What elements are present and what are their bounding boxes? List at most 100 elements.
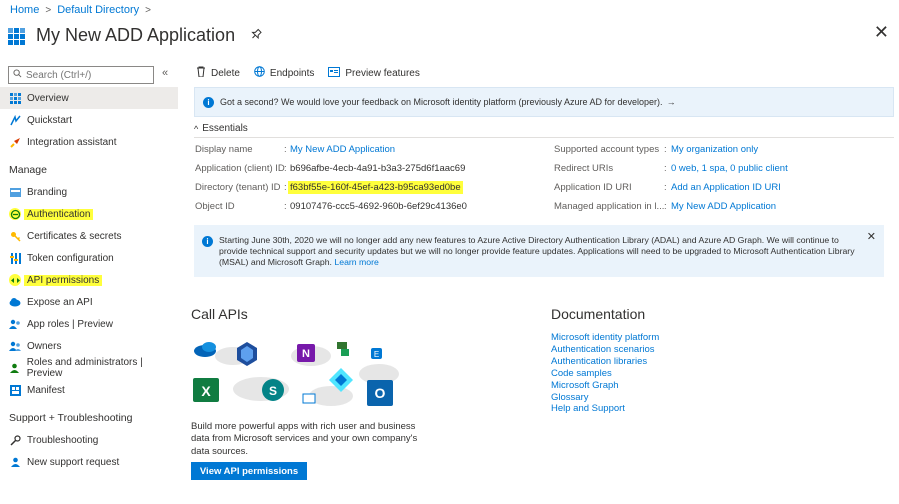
colon: : <box>284 163 287 174</box>
colon: : <box>284 201 287 212</box>
sidebar-item-manifest[interactable]: Manifest <box>0 379 178 401</box>
endpoints-label: Endpoints <box>269 67 315 79</box>
section-header-support: Support + Troubleshooting <box>9 412 133 424</box>
sidebar-item-troubleshooting[interactable]: Troubleshooting <box>0 429 178 451</box>
chevron-up-icon: ^ <box>194 123 199 134</box>
essential-key: Directory (tenant) ID <box>195 182 281 193</box>
sidebar-item-overview[interactable]: Overview <box>0 87 178 109</box>
colon: : <box>664 144 667 155</box>
search-input[interactable] <box>26 69 146 81</box>
exchange-icon: E <box>371 348 382 359</box>
essential-key: Display name <box>195 144 253 155</box>
microsoft-services-illustration: N E X S O <box>193 342 399 406</box>
sidebar-item-label: Expose an API <box>27 296 93 308</box>
managed-app-link[interactable]: My New ADD Application <box>671 201 776 212</box>
notice-text: Starting June 30th, 2020 we will no long… <box>219 235 855 267</box>
page-header: My New ADD Application <box>8 22 262 48</box>
wrench-icon <box>9 434 21 446</box>
doc-link-authentication-scenarios[interactable]: Authentication scenarios <box>551 344 659 356</box>
sidebar-item-label: Authentication <box>24 208 94 220</box>
command-bar: Delete Endpoints Preview features <box>196 66 420 80</box>
notice-body: Starting June 30th, 2020 we will no long… <box>219 235 860 277</box>
breadcrumb-home[interactable]: Home <box>10 4 39 16</box>
sidebar-item-new-support-request[interactable]: New support request <box>0 451 178 473</box>
essential-account-types: Supported account types <box>554 144 659 155</box>
sidebar-item-api-permissions[interactable]: API permissions <box>0 269 178 291</box>
onenote-letter: N <box>302 348 310 360</box>
client-id-value: b696afbe-4ecb-4a91-b3a3-275d6f1aac69 <box>290 163 466 174</box>
display-name-link[interactable]: My New ADD Application <box>290 144 395 155</box>
doc-link-help-support[interactable]: Help and Support <box>551 403 659 415</box>
preview-features-label: Preview features <box>345 67 420 79</box>
view-api-permissions-button[interactable]: View API permissions <box>191 462 307 480</box>
globe-icon <box>254 66 265 80</box>
app-id-uri-link[interactable]: Add an Application ID URI <box>671 182 781 193</box>
sidebar-item-label: Troubleshooting <box>27 434 99 446</box>
sidebar-item-token-configuration[interactable]: Token configuration <box>0 247 178 269</box>
sidebar-item-label: Branding <box>27 186 68 198</box>
account-types-link[interactable]: My organization only <box>671 144 758 155</box>
doc-link-microsoft-graph[interactable]: Microsoft Graph <box>551 380 659 392</box>
sidebar-item-authentication[interactable]: Authentication <box>0 203 178 225</box>
sharepoint-icon: S <box>262 379 284 401</box>
info-icon: i <box>202 236 213 247</box>
key-icon <box>9 230 21 242</box>
essential-key: Application (client) ID <box>195 163 285 174</box>
sidebar-item-label: Quickstart <box>27 114 73 126</box>
essential-key: Redirect URIs <box>554 163 614 174</box>
trash-icon <box>196 66 206 80</box>
delete-button[interactable]: Delete <box>196 66 240 80</box>
sidebar-item-quickstart[interactable]: Quickstart <box>0 109 178 131</box>
exchange-letter: E <box>374 350 379 359</box>
doc-link-glossary[interactable]: Glossary <box>551 392 659 404</box>
excel-icon: X <box>193 378 219 402</box>
sidebar-item-owners[interactable]: Owners <box>0 335 178 357</box>
sidebar-item-roles-administrators[interactable]: Roles and administrators | Preview <box>0 357 178 379</box>
outlook-letter: O <box>375 385 386 401</box>
sidebar-item-app-roles[interactable]: App roles | Preview <box>0 313 178 335</box>
documentation-links: Microsoft identity platform Authenticati… <box>551 332 659 415</box>
page-title: My New ADD Application <box>36 24 236 45</box>
search-box[interactable] <box>8 66 154 84</box>
onedrive-icon <box>194 342 216 357</box>
photo-icon <box>302 393 316 404</box>
endpoints-button[interactable]: Endpoints <box>254 66 314 80</box>
authentication-icon <box>9 208 21 220</box>
collapse-sidebar-icon[interactable]: « <box>162 67 168 79</box>
doc-link-code-samples[interactable]: Code samples <box>551 368 659 380</box>
learn-more-link[interactable]: Learn more <box>334 257 378 267</box>
essential-client-id: Application (client) ID <box>195 163 285 174</box>
branding-icon <box>9 186 21 198</box>
sidebar-item-integration-assistant[interactable]: Integration assistant <box>0 131 178 153</box>
divider <box>194 137 894 138</box>
cloud-icon <box>9 296 21 308</box>
preview-features-button[interactable]: Preview features <box>328 66 420 80</box>
token-icon <box>9 252 21 264</box>
breadcrumb-default-directory[interactable]: Default Directory <box>57 4 139 16</box>
pin-icon[interactable] <box>246 25 265 44</box>
owners-icon <box>9 340 21 352</box>
doc-link-authentication-libraries[interactable]: Authentication libraries <box>551 356 659 368</box>
info-icon: i <box>203 96 214 108</box>
planner-icon <box>337 342 349 356</box>
sidebar-item-certificates-secrets[interactable]: Certificates & secrets <box>0 225 178 247</box>
overview-icon <box>9 92 21 104</box>
essential-key: Application ID URI <box>554 182 632 193</box>
close-icon[interactable]: ✕ <box>867 231 876 245</box>
call-apis-description: Build more powerful apps with rich user … <box>191 421 418 457</box>
colon: : <box>284 182 287 193</box>
feedback-banner[interactable]: i Got a second? We would love your feedb… <box>194 87 894 117</box>
essential-app-id-uri: Application ID URI <box>554 182 632 193</box>
essential-display-name: Display name <box>195 144 253 155</box>
redirect-uris-link[interactable]: 0 web, 1 spa, 0 public client <box>671 163 788 174</box>
colon: : <box>664 163 667 174</box>
essentials-toggle[interactable]: ^ Essentials <box>194 123 248 134</box>
app-registration-icon <box>8 28 26 46</box>
doc-link-identity-platform[interactable]: Microsoft identity platform <box>551 332 659 344</box>
sidebar-item-label: Overview <box>27 92 69 104</box>
colon: : <box>664 182 667 193</box>
sidebar-item-expose-an-api[interactable]: Expose an API <box>0 291 178 313</box>
essential-redirect-uris: Redirect URIs <box>554 163 613 174</box>
sidebar-item-branding[interactable]: Branding <box>0 181 178 203</box>
close-icon[interactable]: ✕ <box>874 22 889 43</box>
